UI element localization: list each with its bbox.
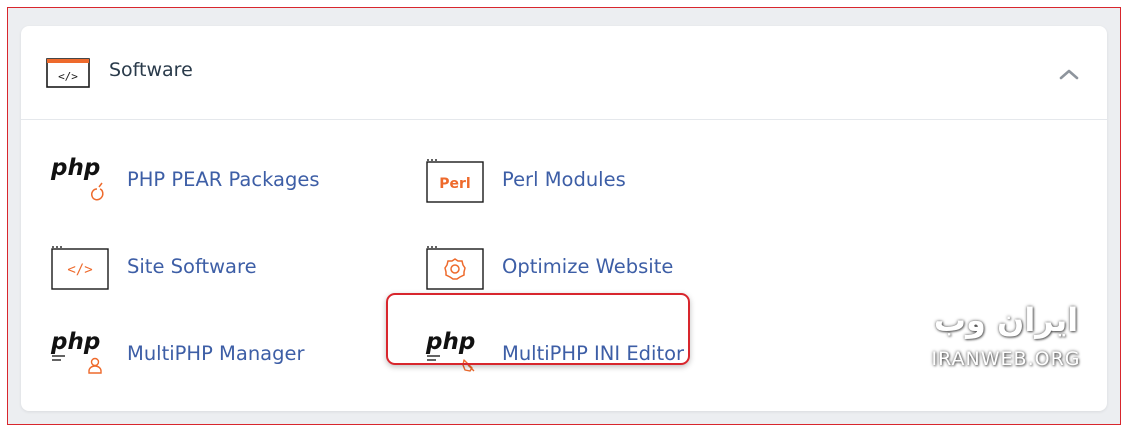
multiphp-ini-editor-icon: php xyxy=(425,329,475,372)
multiphp-ini-editor-link[interactable]: php MultiPHP INI Editor xyxy=(424,323,684,383)
item-label: PHP PEAR Packages xyxy=(127,167,320,191)
section-title: Software xyxy=(109,59,193,81)
software-panel-header[interactable]: </> Software xyxy=(21,26,1107,120)
item-label: Optimize Website xyxy=(502,254,674,278)
multiphp-manager-link[interactable]: php MultiPHP Manager xyxy=(49,323,305,383)
chevron-up-icon xyxy=(1059,69,1079,80)
watermark: ایران وب IRANWEB.ORG xyxy=(916,300,1096,370)
php-logo-text: php xyxy=(50,155,100,181)
item-label: MultiPHP INI Editor xyxy=(502,341,685,365)
code-badge-text: </> xyxy=(67,262,92,278)
svg-text:</>: </> xyxy=(58,70,78,83)
perl-modules-icon: Perl xyxy=(426,159,484,203)
php-pear-icon: php xyxy=(50,155,104,201)
optimize-gear-icon xyxy=(426,246,484,290)
php-logo-text: php xyxy=(50,329,100,355)
item-label: MultiPHP Manager xyxy=(127,341,305,365)
php-pear-packages-link[interactable]: php PHP PEAR Packages xyxy=(49,149,320,209)
perl-modules-link[interactable]: Perl Perl Modules xyxy=(424,149,626,209)
item-label: Perl Modules xyxy=(502,167,626,191)
watermark-persian-text: ایران وب xyxy=(933,301,1079,339)
watermark-latin-text: IRANWEB.ORG xyxy=(931,348,1081,370)
perl-badge-text: Perl xyxy=(439,176,470,192)
collapse-button[interactable] xyxy=(1055,62,1083,86)
multiphp-manager-icon: php xyxy=(50,329,102,374)
optimize-website-link[interactable]: Optimize Website xyxy=(424,236,673,296)
php-logo-text: php xyxy=(425,329,475,355)
code-window-icon: </> xyxy=(46,58,90,88)
site-software-link[interactable]: </> Site Software xyxy=(49,236,257,296)
site-software-icon: </> xyxy=(51,246,109,290)
item-label: Site Software xyxy=(127,254,257,278)
